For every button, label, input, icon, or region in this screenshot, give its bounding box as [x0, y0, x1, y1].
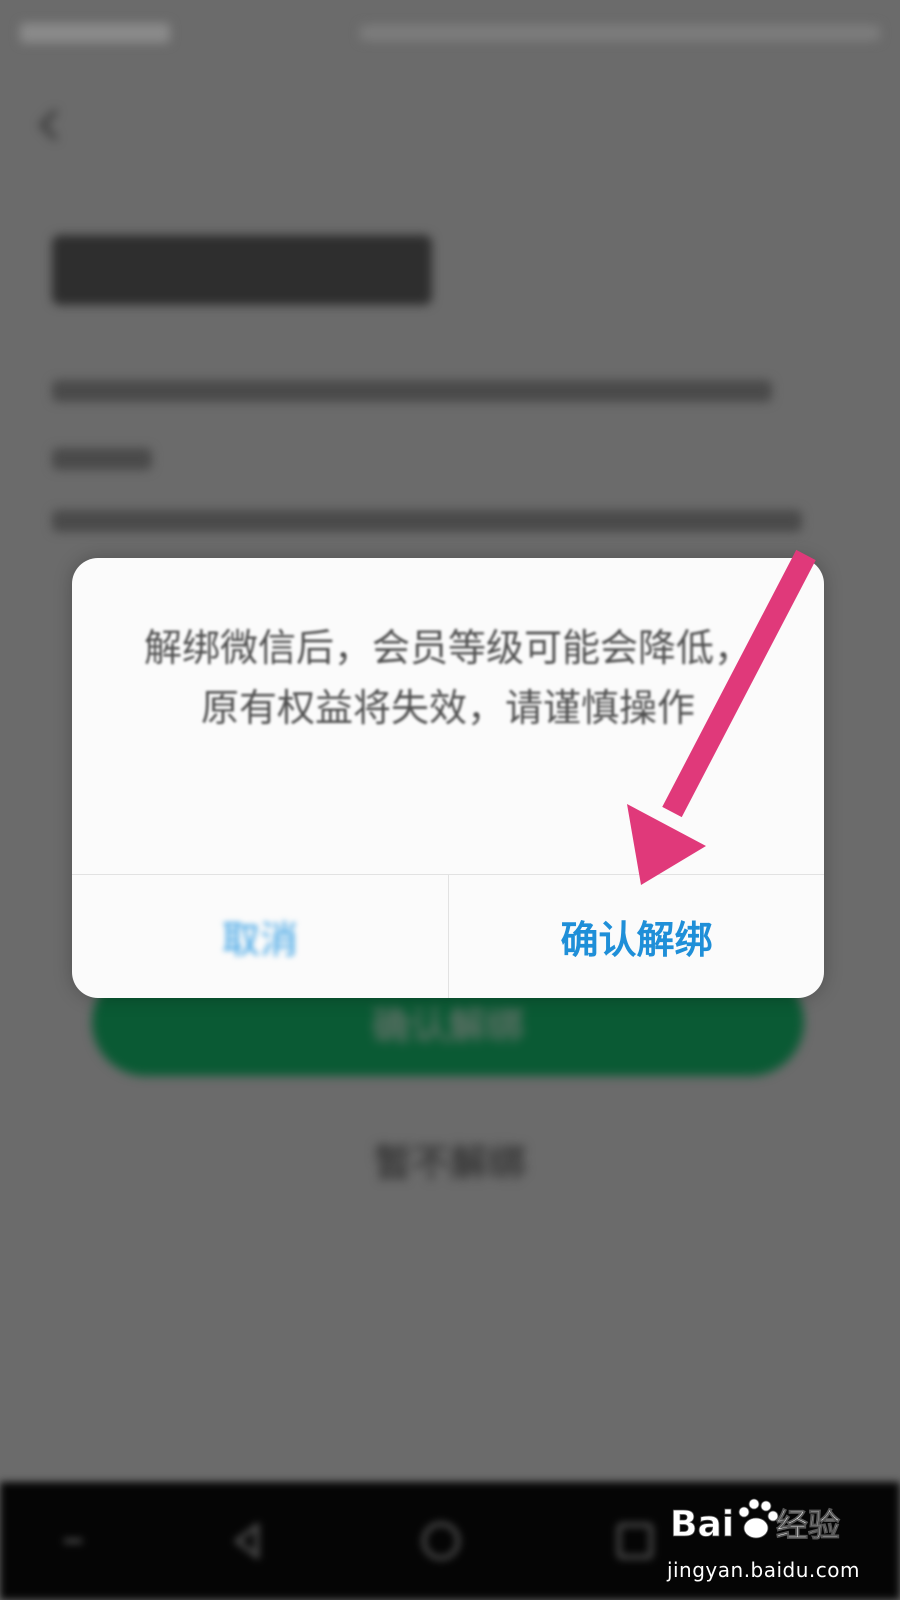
svg-text:经验: 经验 [776, 1506, 840, 1544]
cancel-button[interactable]: 取消 [72, 875, 448, 998]
nav-back-icon[interactable] [225, 1518, 271, 1564]
status-icons [360, 25, 880, 41]
status-left [20, 23, 170, 43]
description-line [52, 448, 152, 470]
svg-text:Bai: Bai [670, 1504, 734, 1545]
no-unbind-link[interactable]: 暂不解绑 [0, 1132, 900, 1187]
page-title [52, 235, 432, 305]
nav-home-icon[interactable] [418, 1518, 464, 1564]
dialog-message: 解绑微信后，会员等级可能会降低，原有权益将失效，请谨慎操作 [143, 626, 752, 730]
status-bar [20, 18, 880, 48]
background-confirm-label: 确认解绑 [371, 1003, 524, 1048]
confirm-unbind-button[interactable]: 确认解绑 [449, 875, 824, 998]
watermark-url: jingyan.baidu.com [666, 1558, 860, 1582]
unbind-confirm-dialog: 解绑微信后，会员等级可能会降低，原有权益将失效，请谨慎操作 取消 确认解绑 [72, 558, 824, 998]
baidu-logo-icon: Bai 经验 [670, 1498, 840, 1545]
description-line [52, 380, 772, 402]
nav-recent-icon[interactable] [612, 1518, 658, 1564]
no-unbind-label: 暂不解绑 [373, 1141, 526, 1185]
back-icon[interactable] [30, 105, 70, 145]
nav-menu-icon[interactable] [50, 1518, 96, 1564]
cancel-label: 取消 [221, 918, 298, 962]
baidu-jingyan-watermark: Bai 经验 jingyan.baidu.com [666, 1492, 860, 1582]
screen: 确认解绑 暂不解绑 解绑微信后，会员等级可能会降低，原有权益将失效，请谨慎操作 … [0, 0, 900, 1600]
description-line [52, 510, 802, 532]
confirm-unbind-label: 确认解绑 [560, 918, 713, 962]
